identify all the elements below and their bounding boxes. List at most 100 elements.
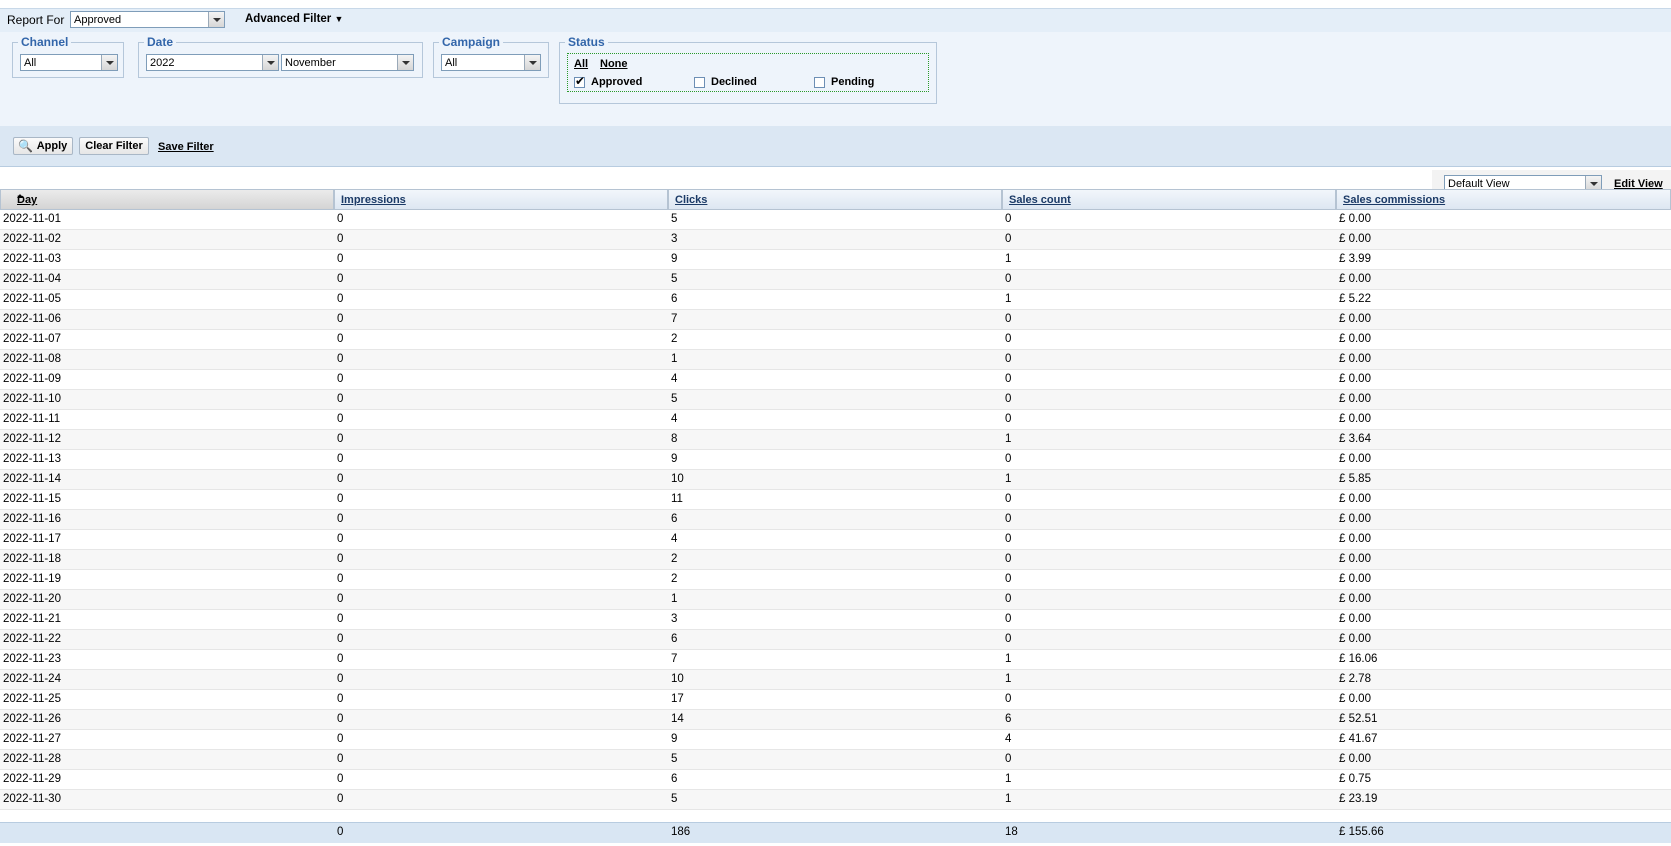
save-filter-link[interactable]: Save Filter [158, 141, 214, 153]
table-cell: 0 [337, 273, 344, 285]
table-row[interactable]: 2022-11-25 0 17 0 £ 0.00 [0, 690, 1671, 710]
table-cell: 0 [337, 573, 344, 585]
table-cell: 5 [671, 273, 678, 285]
table-cell: 0 [1005, 693, 1012, 705]
apply-button[interactable]: 🔍 Apply [13, 137, 73, 155]
status-select-all-link[interactable]: All [574, 58, 588, 70]
table-cell: 2022-11-16 [3, 513, 61, 525]
column-header-day[interactable]: Day [0, 189, 334, 210]
table-cell: 8 [671, 433, 678, 445]
table-cell: 1 [1005, 653, 1012, 665]
pending-checkbox[interactable] [814, 77, 825, 88]
table-cell: 0 [337, 453, 344, 465]
table-cell: £ 3.99 [1339, 253, 1371, 265]
table-row[interactable]: 2022-11-06 0 7 0 £ 0.00 [0, 310, 1671, 330]
table-cell: 2022-11-30 [3, 793, 61, 805]
table-cell: 4 [671, 533, 678, 545]
table-cell: 0 [1005, 613, 1012, 625]
table-row[interactable]: 2022-11-28 0 5 0 £ 0.00 [0, 750, 1671, 770]
report-toolbar: Report For Approved Advanced Filter ▼ [0, 8, 1671, 33]
table-cell: £ 0.00 [1339, 533, 1371, 545]
table-row[interactable]: 2022-11-15 0 11 0 £ 0.00 [0, 490, 1671, 510]
table-row[interactable]: 2022-11-02 0 3 0 £ 0.00 [0, 230, 1671, 250]
table-row[interactable]: 2022-11-24 0 10 1 £ 2.78 [0, 670, 1671, 690]
table-row[interactable]: 2022-11-27 0 9 4 £ 41.67 [0, 730, 1671, 750]
year-select[interactable]: 2022 [146, 54, 279, 71]
approved-label: Approved [591, 76, 643, 88]
month-select[interactable]: November [281, 54, 414, 71]
table-row[interactable]: 2022-11-07 0 2 0 £ 0.00 [0, 330, 1671, 350]
declined-checkbox[interactable] [694, 77, 705, 88]
table-row[interactable]: 2022-11-26 0 14 6 £ 52.51 [0, 710, 1671, 730]
table-cell: £ 5.85 [1339, 473, 1371, 485]
table-cell: 6 [671, 633, 678, 645]
table-row[interactable]: 2022-11-04 0 5 0 £ 0.00 [0, 270, 1671, 290]
table-cell: 0 [1005, 753, 1012, 765]
table-row[interactable]: 2022-11-17 0 4 0 £ 0.00 [0, 530, 1671, 550]
declined-label: Declined [711, 76, 757, 88]
channel-select[interactable]: All [20, 54, 118, 71]
table-row[interactable]: 2022-11-12 0 8 1 £ 3.64 [0, 430, 1671, 450]
table-row[interactable]: 2022-11-08 0 1 0 £ 0.00 [0, 350, 1671, 370]
clear-filter-button[interactable]: Clear Filter [79, 137, 149, 155]
table-cell: £ 0.00 [1339, 693, 1371, 705]
table-row[interactable]: 2022-11-18 0 2 0 £ 0.00 [0, 550, 1671, 570]
table-cell: 2022-11-11 [3, 413, 61, 425]
table-cell: 2022-11-07 [3, 333, 61, 345]
column-header-sales-commissions[interactable]: Sales commissions [1336, 189, 1671, 210]
table-cell: £ 52.51 [1339, 713, 1378, 725]
column-header-sales-count[interactable]: Sales count [1002, 189, 1336, 210]
table-cell: £ 0.00 [1339, 353, 1371, 365]
table-cell: 2022-11-21 [3, 613, 61, 625]
totals-row: 0 186 18 £ 155.66 [0, 822, 1671, 843]
table-cell: 2022-11-19 [3, 573, 61, 585]
table-row[interactable]: 2022-11-20 0 1 0 £ 0.00 [0, 590, 1671, 610]
table-cell: 2022-11-14 [3, 473, 61, 485]
chevron-down-icon[interactable] [524, 55, 540, 70]
table-row[interactable]: 2022-11-23 0 7 1 £ 16.06 [0, 650, 1671, 670]
table-cell: £ 0.00 [1339, 493, 1371, 505]
table-cell: 0 [337, 533, 344, 545]
table-cell: 0 [337, 553, 344, 565]
status-select-none-link[interactable]: None [600, 58, 628, 70]
report-for-label: Report For [7, 13, 65, 27]
table-cell: £ 16.06 [1339, 653, 1378, 665]
chevron-down-icon[interactable] [208, 12, 224, 27]
report-for-select[interactable]: Approved [70, 11, 225, 28]
table-row[interactable]: 2022-11-11 0 4 0 £ 0.00 [0, 410, 1671, 430]
table-row[interactable]: 2022-11-01 0 5 0 £ 0.00 [0, 210, 1671, 230]
chevron-down-icon[interactable] [101, 55, 117, 70]
table-row[interactable]: 2022-11-03 0 9 1 £ 3.99 [0, 250, 1671, 270]
table-row[interactable]: 2022-11-05 0 6 1 £ 5.22 [0, 290, 1671, 310]
table-cell: 0 [337, 593, 344, 605]
column-header-clicks[interactable]: Clicks [668, 189, 1002, 210]
table-row[interactable]: 2022-11-30 0 5 1 £ 23.19 [0, 790, 1671, 810]
table-cell: 11 [671, 493, 683, 505]
table-cell: 2022-11-06 [3, 313, 61, 325]
table-row[interactable]: 2022-11-10 0 5 0 £ 0.00 [0, 390, 1671, 410]
table-cell: 0 [337, 493, 344, 505]
campaign-select[interactable]: All [441, 54, 541, 71]
table-cell: 0 [1005, 553, 1012, 565]
table-cell: 6 [671, 293, 678, 305]
table-cell: 2022-11-26 [3, 713, 61, 725]
table-row[interactable]: 2022-11-19 0 2 0 £ 0.00 [0, 570, 1671, 590]
caret-down-icon: ▼ [334, 14, 344, 24]
table-cell: 0 [337, 393, 344, 405]
column-header-impressions[interactable]: Impressions [334, 189, 668, 210]
table-row[interactable]: 2022-11-22 0 6 0 £ 0.00 [0, 630, 1671, 650]
table-row[interactable]: 2022-11-16 0 6 0 £ 0.00 [0, 510, 1671, 530]
table-cell: 6 [671, 513, 678, 525]
table-row[interactable]: 2022-11-14 0 10 1 £ 5.85 [0, 470, 1671, 490]
table-cell: 2022-11-08 [3, 353, 61, 365]
advanced-filter-toggle[interactable]: Advanced Filter ▼ [245, 13, 343, 25]
table-row[interactable]: 2022-11-09 0 4 0 £ 0.00 [0, 370, 1671, 390]
total-cell: 0 [337, 826, 344, 838]
table-row[interactable]: 2022-11-13 0 9 0 £ 0.00 [0, 450, 1671, 470]
approved-checkbox[interactable] [574, 74, 585, 88]
status-options: All None Approved Declined Pending [567, 53, 929, 92]
table-row[interactable]: 2022-11-21 0 3 0 £ 0.00 [0, 610, 1671, 630]
chevron-down-icon[interactable] [397, 55, 413, 70]
chevron-down-icon[interactable] [262, 55, 278, 70]
table-row[interactable]: 2022-11-29 0 6 1 £ 0.75 [0, 770, 1671, 790]
